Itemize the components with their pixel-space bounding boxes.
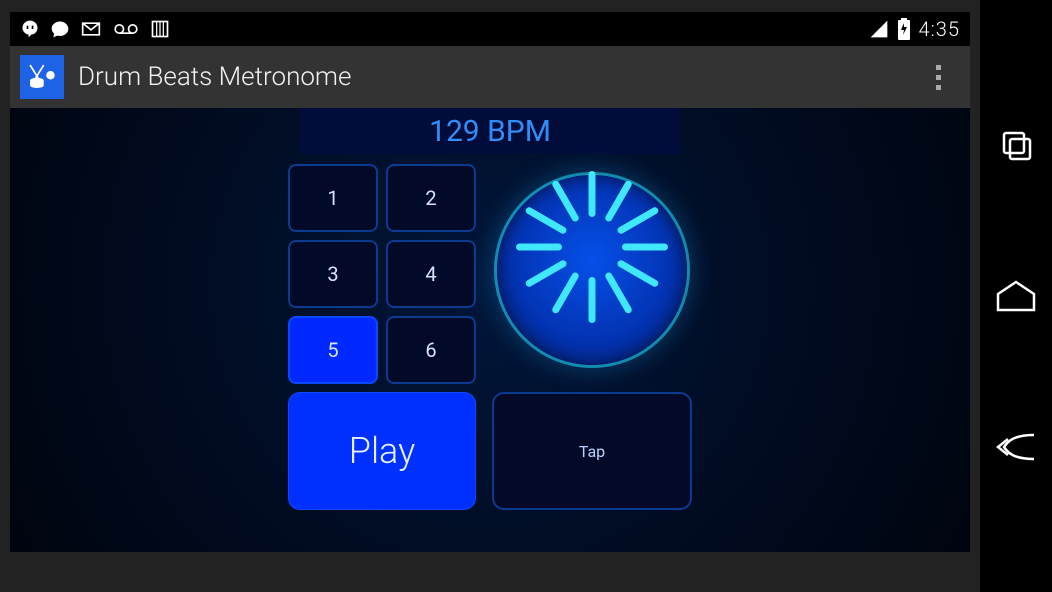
beat-button-5[interactable]: 5	[288, 316, 378, 384]
beat-button-1[interactable]: 1	[288, 164, 378, 232]
app-icon	[20, 55, 64, 99]
device-screen: 4:35 Drum Beats Metronome 129 BPM 1	[10, 12, 970, 552]
signal-icon	[869, 19, 889, 39]
back-button[interactable]	[988, 419, 1044, 475]
voicemail-icon	[112, 19, 140, 39]
play-button[interactable]: Play	[288, 392, 476, 510]
status-clock: 4:35	[919, 17, 960, 41]
status-right: 4:35	[869, 17, 960, 41]
tempo-dial-wrap	[492, 170, 692, 370]
status-bar: 4:35	[10, 12, 970, 46]
app-bar: Drum Beats Metronome	[10, 46, 970, 108]
tempo-dial[interactable]	[497, 175, 687, 365]
tap-button[interactable]: Tap	[492, 392, 692, 510]
controls-row: 1 2 3 4 5 6	[288, 164, 692, 384]
drum-icon	[25, 60, 59, 94]
chat-icon	[50, 19, 70, 39]
battery-charging-icon	[897, 18, 911, 40]
beat-button-6[interactable]: 6	[386, 316, 476, 384]
overflow-menu-button[interactable]	[922, 55, 954, 99]
action-row: Play Tap	[288, 392, 692, 510]
home-button[interactable]	[988, 268, 1044, 324]
app-title: Drum Beats Metronome	[78, 62, 922, 92]
beat-button-4[interactable]: 4	[386, 240, 476, 308]
hangouts-icon	[20, 19, 40, 39]
system-nav-bar	[980, 0, 1052, 592]
mail-icon	[80, 19, 102, 39]
beat-button-2[interactable]: 2	[386, 164, 476, 232]
app-content: 129 BPM 1 2 3 4 5 6 Play Tap	[10, 108, 970, 552]
recent-apps-button[interactable]	[988, 117, 1044, 173]
recent-apps-icon	[996, 125, 1036, 165]
back-icon	[994, 427, 1038, 467]
metronome-panel: 129 BPM 1 2 3 4 5 6 Play Tap	[288, 108, 692, 510]
beat-button-3[interactable]: 3	[288, 240, 378, 308]
home-icon	[994, 276, 1038, 316]
status-left	[20, 19, 170, 39]
beat-grid: 1 2 3 4 5 6	[288, 164, 476, 384]
bpm-display: 129 BPM	[300, 108, 680, 154]
piano-icon	[150, 19, 170, 39]
